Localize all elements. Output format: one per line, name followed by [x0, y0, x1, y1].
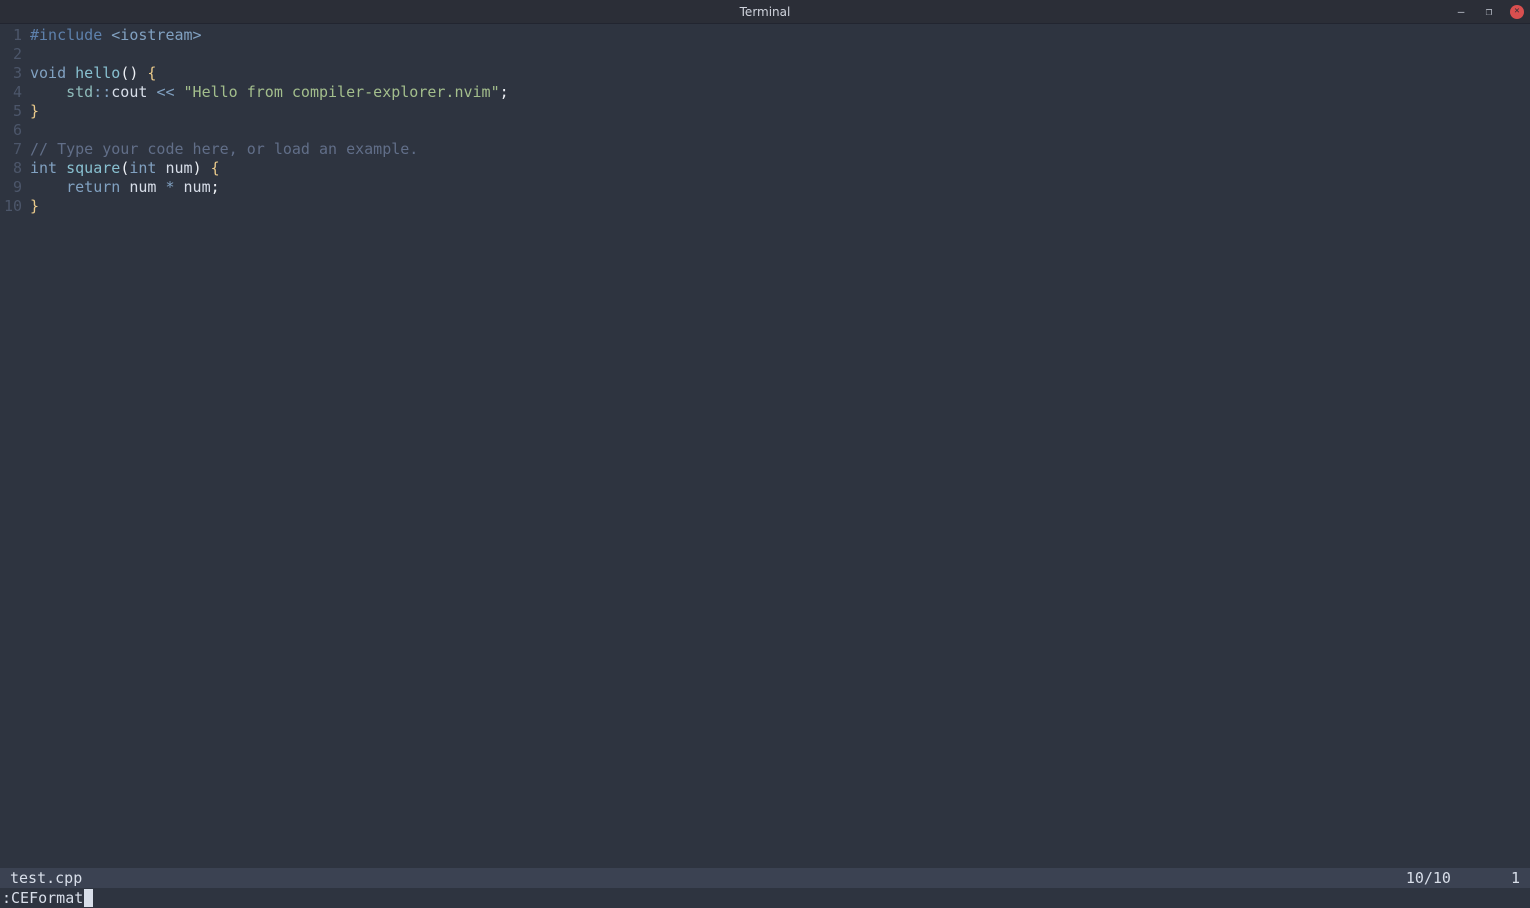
line-number: 7	[0, 140, 30, 159]
token-id: num	[175, 178, 211, 196]
token-id	[30, 178, 66, 196]
line-content[interactable]: }	[30, 102, 39, 121]
status-filename: test.cpp	[10, 868, 82, 888]
line-number: 8	[0, 159, 30, 178]
line-number: 2	[0, 45, 30, 64]
token-op: *	[165, 178, 174, 196]
code-line[interactable]: 5}	[0, 102, 1530, 121]
code-line[interactable]: 10}	[0, 197, 1530, 216]
line-content[interactable]: // Type your code here, or load an examp…	[30, 140, 418, 159]
line-content[interactable]: void hello() {	[30, 64, 156, 83]
line-number: 6	[0, 121, 30, 140]
line-number: 9	[0, 178, 30, 197]
token-id	[66, 64, 75, 82]
token-op: ::	[93, 83, 111, 101]
token-ns: std	[66, 83, 93, 101]
line-content[interactable]: int square(int num) {	[30, 159, 220, 178]
command-text: :CEFormat	[2, 888, 83, 908]
token-paren: (	[120, 159, 129, 177]
token-paren: ()	[120, 64, 138, 82]
line-number: 10	[0, 197, 30, 216]
code-line[interactable]: 2	[0, 45, 1530, 64]
token-kw: void	[30, 64, 66, 82]
token-id	[30, 83, 66, 101]
line-number: 1	[0, 26, 30, 45]
status-position: 10/10	[1406, 868, 1451, 888]
token-brace: }	[30, 197, 39, 215]
token-id	[202, 159, 211, 177]
token-id	[102, 26, 111, 44]
line-content[interactable]: return num * num;	[30, 178, 220, 197]
line-number: 4	[0, 83, 30, 102]
token-angle: <iostream>	[111, 26, 201, 44]
editor-area[interactable]: 1#include <iostream>23void hello() {4 st…	[0, 24, 1530, 868]
token-id	[57, 159, 66, 177]
code-line[interactable]: 4 std::cout << "Hello from compiler-expl…	[0, 83, 1530, 102]
line-content[interactable]: }	[30, 197, 39, 216]
token-id: num	[156, 159, 192, 177]
token-fn: square	[66, 159, 120, 177]
token-brace: {	[147, 64, 156, 82]
status-column: 1	[1511, 868, 1520, 888]
code-line[interactable]: 8int square(int num) {	[0, 159, 1530, 178]
line-number: 5	[0, 102, 30, 121]
status-line: test.cpp 10/10 1	[0, 868, 1530, 888]
cursor-block	[84, 889, 93, 907]
token-str: "Hello from compiler-explorer.nvim"	[184, 83, 500, 101]
token-id: cout	[111, 83, 147, 101]
token-brace: }	[30, 102, 39, 120]
line-content[interactable]: std::cout << "Hello from compiler-explor…	[30, 83, 509, 102]
token-punc: ;	[500, 83, 509, 101]
token-fn: hello	[75, 64, 120, 82]
line-number: 3	[0, 64, 30, 83]
code-line[interactable]: 3void hello() {	[0, 64, 1530, 83]
line-content[interactable]: #include <iostream>	[30, 26, 202, 45]
code-lines[interactable]: 1#include <iostream>23void hello() {4 st…	[0, 24, 1530, 216]
token-paren: )	[193, 159, 202, 177]
token-cmt: // Type your code here, or load an examp…	[30, 140, 418, 158]
token-op: <<	[156, 83, 174, 101]
code-line[interactable]: 6	[0, 121, 1530, 140]
window-title: Terminal	[740, 5, 791, 19]
token-id	[175, 83, 184, 101]
token-id: num	[120, 178, 165, 196]
minimize-button[interactable]: –	[1454, 5, 1468, 19]
close-button[interactable]: ✕	[1510, 5, 1524, 19]
code-line[interactable]: 9 return num * num;	[0, 178, 1530, 197]
token-punc: ;	[211, 178, 220, 196]
token-pre: #include	[30, 26, 102, 44]
token-kw: return	[66, 178, 120, 196]
code-line[interactable]: 7// Type your code here, or load an exam…	[0, 140, 1530, 159]
token-type: int	[129, 159, 156, 177]
window-controls: – ❐ ✕	[1454, 0, 1524, 23]
token-type: int	[30, 159, 57, 177]
titlebar: Terminal – ❐ ✕	[0, 0, 1530, 24]
maximize-button[interactable]: ❐	[1482, 5, 1496, 19]
token-brace: {	[211, 159, 220, 177]
code-line[interactable]: 1#include <iostream>	[0, 26, 1530, 45]
command-line[interactable]: :CEFormat	[0, 888, 1530, 908]
